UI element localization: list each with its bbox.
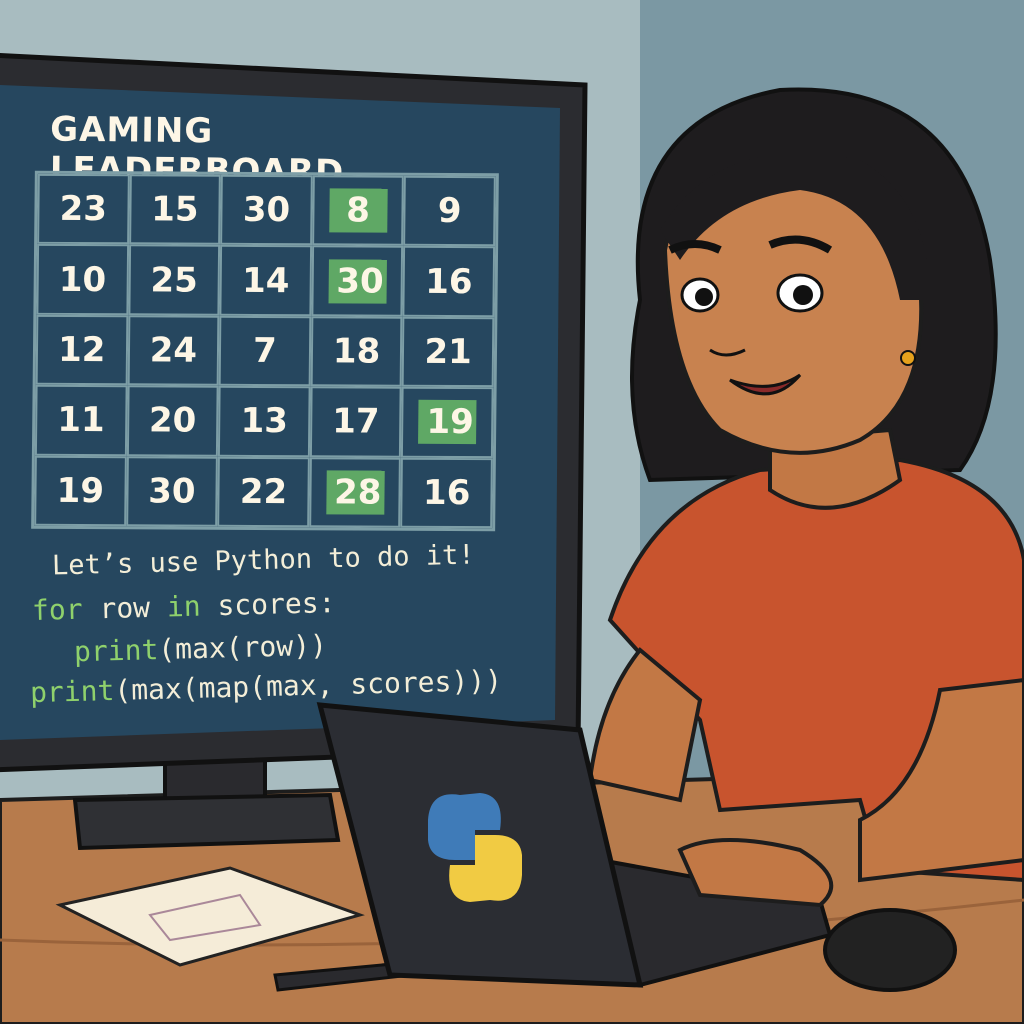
mouse [823, 908, 957, 992]
score: 10 [58, 259, 107, 300]
grid-cell: 18 [310, 316, 403, 387]
grid-cell: 17 [309, 386, 403, 458]
leaderboard-grid: 23 15 30 8 9 10 25 14 30 16 12 24 7 18 21 11 20 13 17 19 19 3… [31, 170, 499, 532]
score: 9 [437, 191, 462, 232]
score: 19 [56, 470, 105, 511]
score: 13 [240, 401, 289, 442]
grid-cell: 30 [311, 245, 404, 317]
grid-cell: 23 [37, 173, 130, 245]
grid-cell: 9 [403, 175, 496, 247]
score: 12 [57, 329, 106, 371]
grid-cell: 24 [127, 315, 220, 386]
score: 7 [252, 330, 278, 372]
score: 20 [148, 400, 197, 442]
highlighted-score: 19 [418, 400, 477, 445]
grid-cell: 11 [34, 384, 128, 456]
grid-cell: 20 [126, 385, 219, 457]
grid-cell: 13 [218, 385, 311, 457]
score: 23 [59, 189, 108, 230]
score: 16 [425, 261, 473, 302]
grid-cell: 16 [402, 246, 496, 317]
grid-cell: 22 [217, 456, 310, 528]
score: 30 [148, 471, 196, 512]
score: 17 [331, 401, 380, 442]
highlighted-score: 30 [328, 258, 387, 304]
grid-cell: 15 [128, 174, 222, 246]
highlighted-score: 8 [328, 188, 388, 233]
score: 22 [239, 471, 288, 512]
grid-cell: 19 [34, 455, 127, 527]
score: 15 [150, 189, 199, 230]
code-line-2: print(max(row)) [73, 628, 328, 669]
grid-cell: 14 [219, 245, 312, 317]
score: 14 [241, 260, 290, 301]
score: 18 [332, 331, 381, 372]
score: 24 [149, 330, 198, 371]
grid-cell: 8 [311, 175, 405, 247]
grid-cell: 7 [218, 315, 312, 387]
grid-cell: 10 [36, 244, 129, 316]
grid-cell: 12 [35, 314, 128, 386]
grid-cell: 16 [400, 457, 493, 529]
highlighted-score: 28 [325, 470, 385, 515]
score: 21 [424, 331, 473, 373]
score: 30 [242, 190, 291, 231]
grid-cell: 19 [401, 386, 494, 458]
score: 25 [150, 259, 198, 301]
score: 11 [57, 400, 105, 441]
grid-cell: 30 [125, 455, 219, 527]
grid-cell: 28 [308, 456, 402, 528]
score: 16 [422, 472, 471, 513]
grid-cell: 30 [220, 174, 313, 246]
grid-cell: 25 [127, 244, 221, 316]
grid-cell: 21 [402, 316, 495, 388]
